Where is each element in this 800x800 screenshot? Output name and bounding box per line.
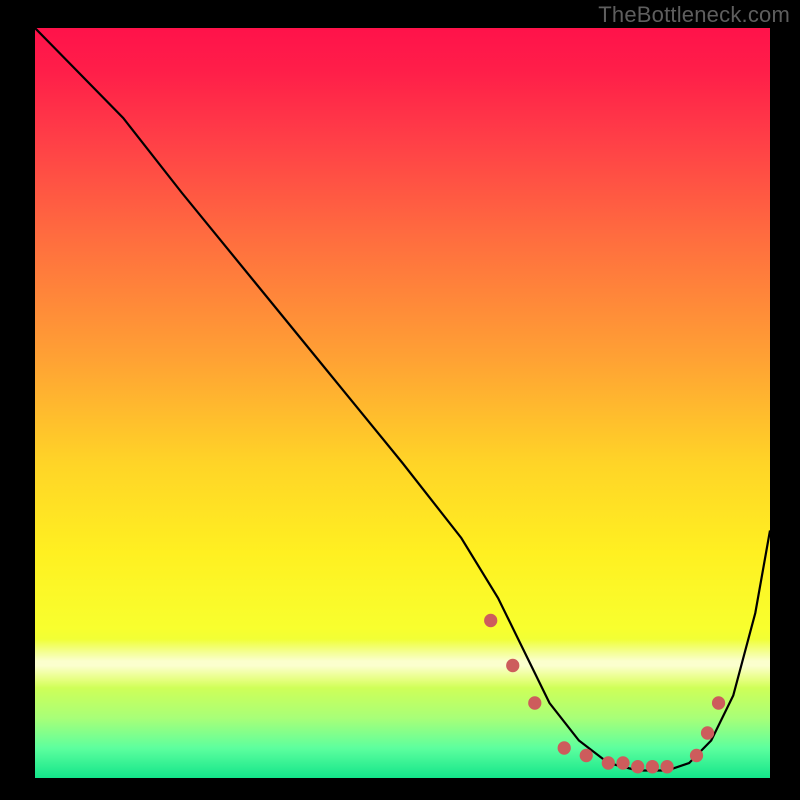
marker-dot bbox=[602, 756, 615, 770]
curve-path bbox=[35, 28, 770, 771]
marker-dot bbox=[558, 741, 571, 755]
watermark-text: TheBottleneck.com bbox=[598, 2, 790, 28]
plot-area bbox=[35, 28, 770, 778]
marker-dot bbox=[660, 760, 673, 774]
marker-dot bbox=[506, 659, 519, 673]
marker-dot bbox=[701, 726, 714, 740]
marker-dot bbox=[646, 760, 659, 774]
marker-dot bbox=[616, 756, 629, 770]
chart-frame: TheBottleneck.com bbox=[0, 0, 800, 800]
marker-dot bbox=[484, 614, 497, 628]
marker-dot bbox=[712, 696, 725, 710]
marker-dot bbox=[690, 749, 703, 763]
marker-group bbox=[484, 614, 725, 774]
chart-svg bbox=[35, 28, 770, 778]
marker-dot bbox=[528, 696, 541, 710]
marker-dot bbox=[580, 749, 593, 763]
marker-dot bbox=[631, 760, 644, 774]
